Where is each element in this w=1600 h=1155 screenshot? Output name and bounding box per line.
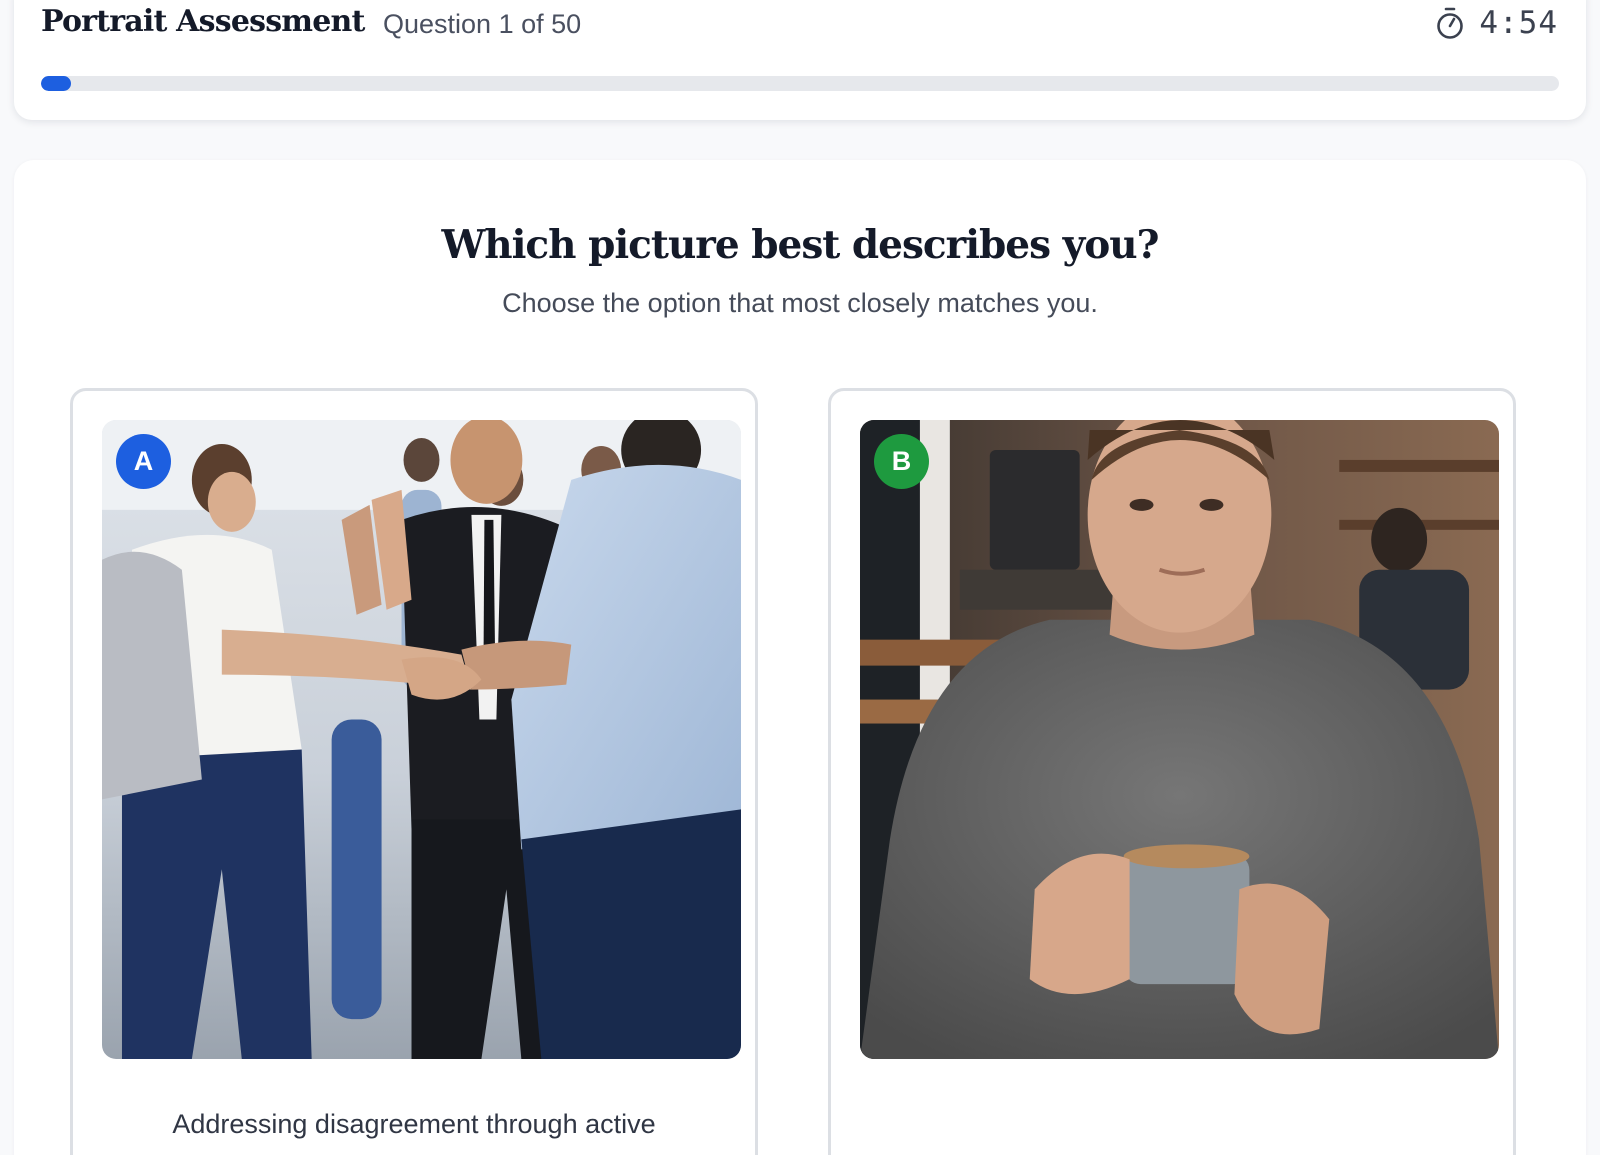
question-title: Which picture best describes you? [441, 222, 1159, 268]
option-a-photo: A [102, 420, 741, 1059]
question-card: Which picture best describes you? Choose… [14, 160, 1586, 1155]
option-card-a[interactable]: A Addressing disagreement through active [70, 388, 758, 1155]
timer-value: 4:54 [1479, 5, 1558, 41]
question-counter: Question 1 of 50 [383, 9, 582, 39]
option-b-badge: B [874, 434, 929, 489]
header-bar: Portrait Assessment Question 1 of 50 4:5… [14, 0, 1586, 120]
stopwatch-icon [1437, 7, 1464, 39]
progress-bar [41, 76, 1559, 91]
option-a-badge: A [116, 434, 171, 489]
timer: 4:54 [1435, 5, 1558, 41]
progress-fill [41, 76, 72, 91]
option-b-photo: B [860, 420, 1499, 1059]
option-card-b[interactable]: B [828, 388, 1516, 1155]
option-a-caption: Addressing disagreement through active [172, 1109, 656, 1139]
question-subtitle: Choose the option that most closely matc… [502, 288, 1098, 318]
app-title: Portrait Assessment [41, 4, 365, 39]
